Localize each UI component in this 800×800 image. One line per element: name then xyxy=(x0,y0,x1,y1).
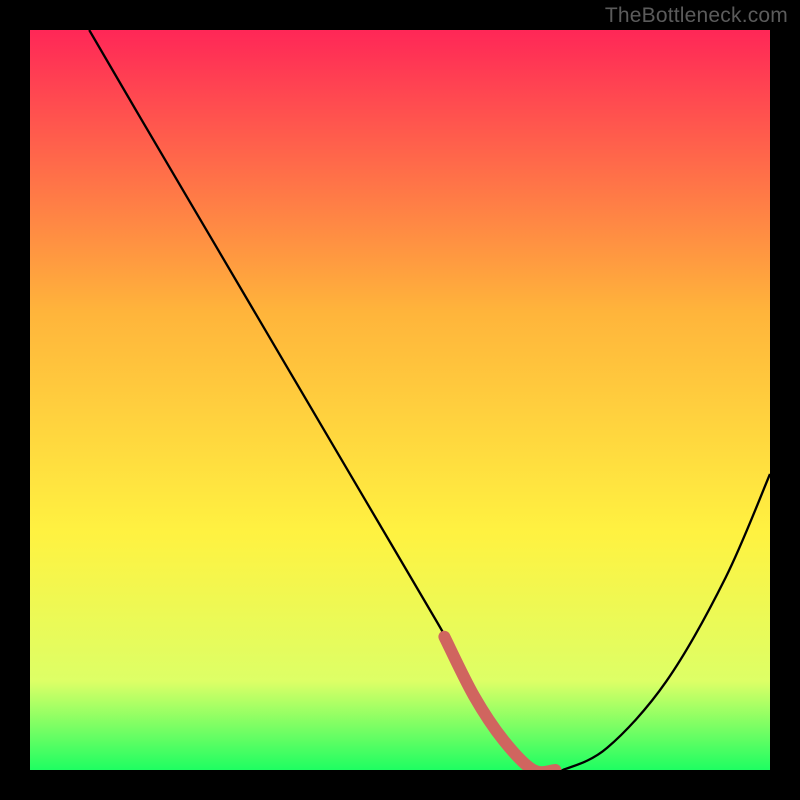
chart-background xyxy=(30,30,770,770)
bottleneck-chart xyxy=(30,30,770,770)
watermark-text: TheBottleneck.com xyxy=(605,4,788,28)
chart-frame xyxy=(30,30,770,770)
